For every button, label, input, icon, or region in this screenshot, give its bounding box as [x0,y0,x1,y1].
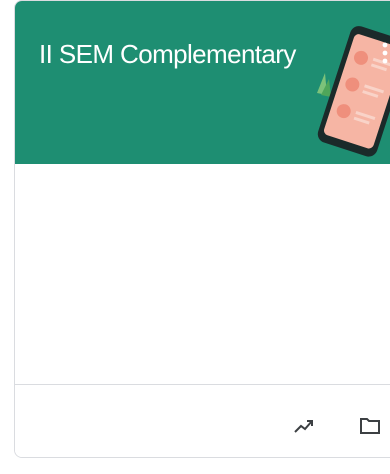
more-options-button[interactable] [373,39,390,67]
more-vert-icon [382,42,388,64]
class-title[interactable]: II SEM Complementary [39,39,296,70]
class-drive-folder-button[interactable] [357,413,383,439]
trending-up-icon [294,420,313,433]
banner-illustration [317,26,390,157]
folder-icon [360,418,380,434]
gradebook-button[interactable] [291,413,317,439]
class-card[interactable]: II SEM Complementary [14,0,390,458]
card-body [15,164,390,384]
card-banner[interactable]: II SEM Complementary [15,1,390,164]
card-footer [15,384,390,457]
